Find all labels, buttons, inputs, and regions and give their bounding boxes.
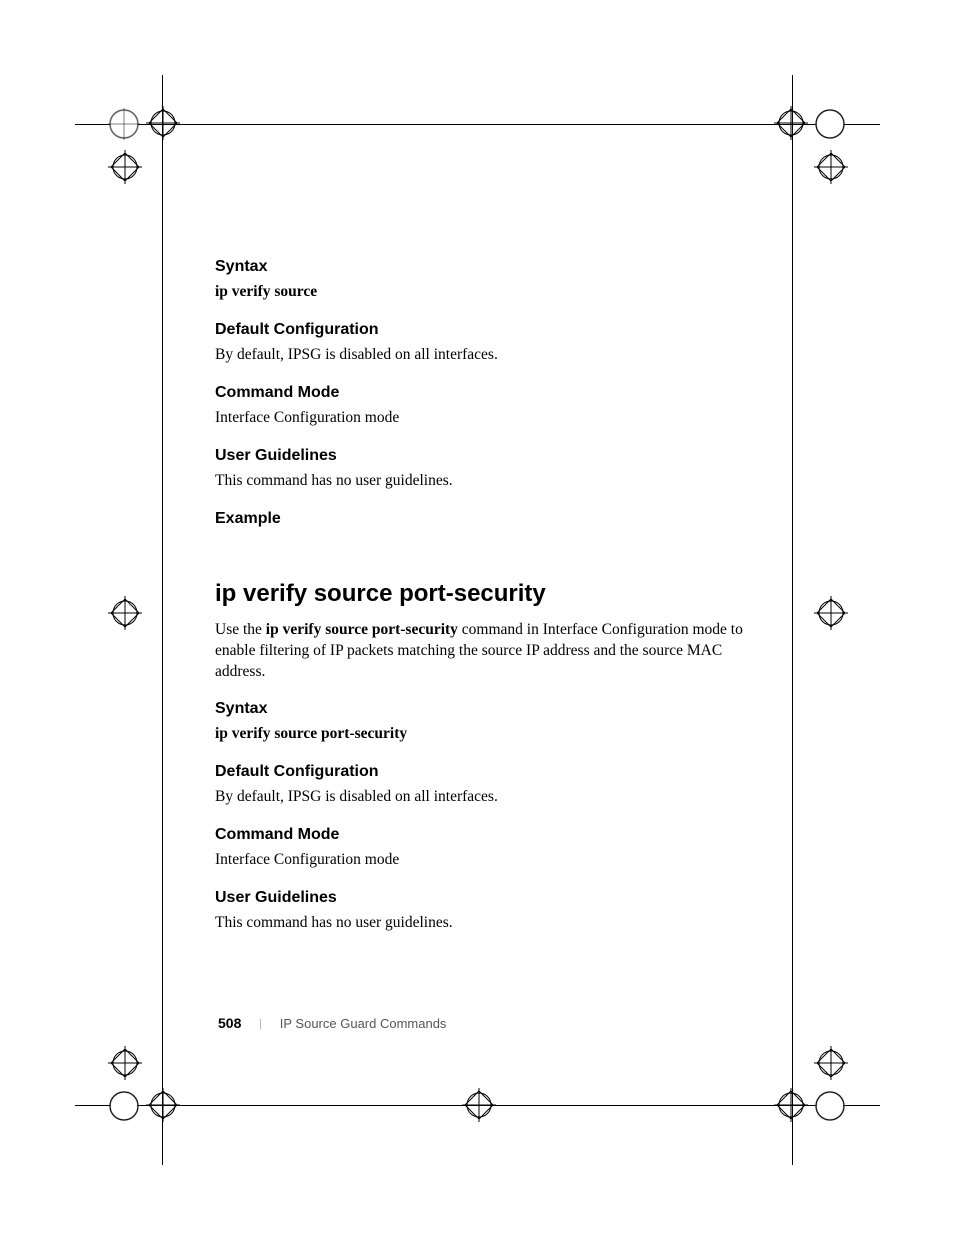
registration-mark-icon (812, 1088, 848, 1124)
registration-mark-icon (774, 106, 808, 140)
crop-line-top (75, 124, 880, 125)
syntax-command: ip verify source (215, 282, 745, 303)
heading-default-config: Default Configuration (215, 321, 745, 339)
intro-pre: Use the (215, 621, 266, 638)
chapter-title: IP Source Guard Commands (280, 1016, 447, 1031)
heading-user-guidelines: User Guidelines (215, 889, 745, 907)
footer-divider: | (259, 1016, 261, 1031)
heading-command-mode: Command Mode (215, 384, 745, 402)
heading-syntax: Syntax (215, 700, 745, 718)
registration-mark-icon (108, 596, 142, 630)
command-mode-body: Interface Configuration mode (215, 408, 745, 429)
intro-bold: ip verify source port-security (266, 621, 458, 638)
heading-syntax: Syntax (215, 258, 745, 276)
registration-mark-icon (106, 1088, 142, 1124)
command-title: ip verify source port-security (215, 580, 745, 608)
page-number: 508 (218, 1015, 241, 1031)
registration-mark-icon (108, 1046, 142, 1080)
heading-command-mode: Command Mode (215, 826, 745, 844)
page-content: Syntax ip verify source Default Configur… (215, 258, 745, 934)
default-config-body: By default, IPSG is disabled on all inte… (215, 787, 745, 808)
crop-line-bottom (75, 1105, 880, 1106)
registration-mark-icon (814, 1046, 848, 1080)
command-mode-body: Interface Configuration mode (215, 850, 745, 871)
registration-mark-icon (814, 150, 848, 184)
user-guidelines-body: This command has no user guidelines. (215, 471, 745, 492)
crop-line-left (162, 75, 163, 1165)
crop-line-right (792, 75, 793, 1165)
registration-mark-icon (814, 596, 848, 630)
heading-example: Example (215, 510, 745, 528)
registration-mark-icon (108, 150, 142, 184)
default-config-body: By default, IPSG is disabled on all inte… (215, 345, 745, 366)
heading-user-guidelines: User Guidelines (215, 447, 745, 465)
user-guidelines-body: This command has no user guidelines. (215, 913, 745, 934)
syntax-command: ip verify source port-security (215, 724, 745, 745)
page-footer: 508 | IP Source Guard Commands (218, 1015, 446, 1031)
heading-default-config: Default Configuration (215, 763, 745, 781)
registration-mark-icon (146, 106, 180, 140)
command-description: Use the ip verify source port-security c… (215, 620, 745, 683)
